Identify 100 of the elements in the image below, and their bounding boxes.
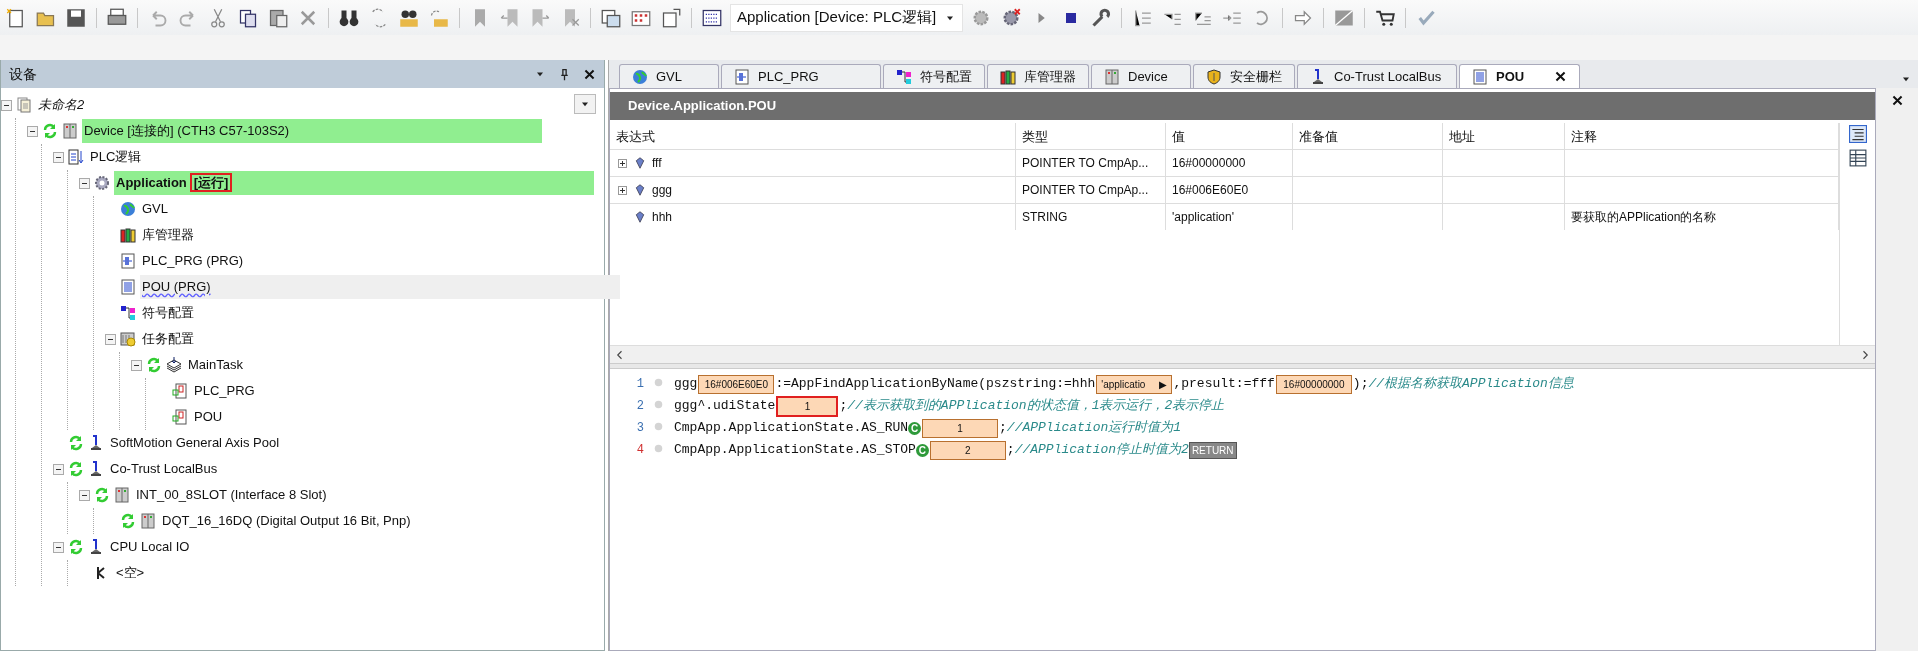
window-list-icon[interactable] (601, 7, 621, 28)
tree-item[interactable]: PLC逻辑 (88, 145, 144, 169)
pin-icon[interactable] (558, 67, 571, 81)
application-selector[interactable]: Application [Device: PLC逻辑] (730, 3, 964, 32)
column-header[interactable]: 类型 (1016, 123, 1166, 149)
tree-item[interactable]: CPU Local IO (108, 535, 192, 559)
logout-icon[interactable] (1001, 7, 1022, 28)
code-text: ; (839, 397, 848, 416)
line-number: 2 (635, 398, 645, 415)
value-box: 1 (776, 395, 839, 417)
editor-tab[interactable]: GVL (619, 64, 719, 88)
tree-item[interactable]: 任务配置 (140, 327, 196, 351)
new-file-icon[interactable] (6, 7, 26, 28)
document-icon (16, 97, 32, 113)
new-window-icon[interactable] (661, 7, 681, 28)
tree-item[interactable]: Device [连接的] (CTH3 C57-103S2) (82, 119, 542, 143)
value-box: 2 (929, 440, 1006, 460)
tree-item[interactable]: 符号配置 (140, 301, 196, 325)
table-cell-text: 16#006E60E0 (1172, 182, 1249, 199)
collapse-icon[interactable] (1, 99, 12, 111)
tree-item[interactable]: <空> (114, 561, 147, 585)
collapse-icon[interactable] (79, 489, 90, 501)
tree-item[interactable]: Application [运行] (114, 171, 594, 195)
horizontal-scrollbar[interactable] (610, 345, 1875, 363)
close-icon[interactable] (1554, 70, 1567, 83)
column-header[interactable]: 表达式 (610, 123, 1016, 149)
cut-icon[interactable] (208, 7, 228, 28)
code-text: ; (999, 419, 1007, 438)
tree-item[interactable]: Co-Trust LocalBus (108, 457, 220, 481)
close-icon[interactable] (1890, 94, 1904, 107)
variable-icon (634, 157, 646, 169)
editor-tab[interactable]: PLC_PRG (721, 64, 881, 88)
value-box: 16#006E60E0 (698, 374, 775, 394)
connector-icon (1310, 68, 1326, 85)
tree-item[interactable]: SoftMotion General Axis Pool (108, 431, 282, 455)
collapse-icon[interactable] (27, 125, 38, 137)
line-number: 1 (635, 376, 645, 393)
panel-title: 设备 (9, 64, 38, 84)
column-header[interactable]: 地址 (1443, 123, 1565, 149)
code-comment: //APPlication停止时值为2 (1014, 441, 1189, 460)
tree-item[interactable]: POU (192, 405, 225, 429)
globe-icon (632, 68, 648, 85)
list-view-icon[interactable] (1848, 125, 1867, 143)
column-header[interactable]: 值 (1166, 123, 1293, 149)
dropdown-button[interactable] (574, 94, 596, 114)
program-icon (734, 68, 750, 85)
collapse-icon[interactable] (53, 463, 64, 475)
code-text: ); (1352, 375, 1369, 394)
code-text: ggg (674, 375, 698, 394)
tree-item[interactable]: POU (PRG) (140, 275, 620, 299)
connector-icon (88, 435, 104, 451)
tree-item[interactable]: 库管理器 (140, 223, 196, 247)
program-call-icon (172, 383, 188, 399)
collapse-icon[interactable] (131, 359, 142, 371)
print-icon[interactable] (107, 7, 127, 28)
line-number: 4 (635, 442, 645, 459)
collapse-icon[interactable] (53, 541, 64, 553)
table-cell-text: POINTER TO CmpAp... (1022, 155, 1149, 172)
tree-item[interactable]: DQT_16_16DQ (Digital Output 16 Bit, Pnp) (160, 509, 413, 533)
program-icon (120, 253, 136, 269)
editor-tab[interactable]: 安全栅栏 (1193, 64, 1295, 88)
table-view-icon[interactable] (1848, 149, 1867, 167)
save-icon[interactable] (66, 7, 86, 28)
editor-tab[interactable]: 符号配置 (883, 64, 985, 88)
tree-item[interactable]: 未命名2 (36, 93, 87, 117)
code-text: ,presult:=fff (1173, 375, 1275, 394)
globe-icon (120, 201, 136, 217)
code-comment: //表示获取到的APPlication的状态值，1表示运行，2表示停止 (847, 397, 1225, 416)
editor-tab[interactable]: 库管理器 (987, 64, 1089, 88)
code-text: :=AppFindApplicationByName(pszstring:=hhh (775, 375, 1096, 394)
tree-item[interactable]: GVL (140, 197, 170, 221)
books-icon (1000, 68, 1016, 85)
collapse-icon[interactable] (53, 151, 64, 163)
table-cell-text: fff (652, 155, 662, 172)
calculator-icon[interactable] (702, 7, 722, 28)
tree-item[interactable]: PLC_PRG (PRG) (140, 249, 246, 273)
tree-item[interactable]: MainTask (186, 353, 245, 377)
editor-tab[interactable]: Co-Trust LocalBus (1297, 64, 1457, 88)
column-header[interactable]: 准备值 (1293, 123, 1443, 149)
gear-icon (94, 175, 110, 191)
task-config-icon (120, 331, 136, 347)
column-header[interactable]: 注释 (1565, 123, 1839, 149)
collapse-icon[interactable] (79, 177, 90, 189)
tree-item[interactable]: PLC_PRG (192, 379, 257, 403)
wrench-icon[interactable] (1091, 7, 1112, 28)
close-icon[interactable] (583, 67, 596, 81)
expand-icon[interactable] (618, 185, 627, 195)
tree-item[interactable]: INT_00_8SLOT (Interface 8 Slot) (134, 483, 329, 507)
constant-badge: C (908, 421, 922, 435)
paste-icon[interactable] (268, 7, 288, 28)
editor-tab[interactable]: Device (1091, 64, 1191, 88)
code-text: ggg^.udiState (674, 397, 776, 416)
copy-icon[interactable] (238, 7, 258, 28)
expand-icon[interactable] (618, 158, 627, 168)
editor-tab[interactable]: POU (1459, 64, 1580, 88)
value-box: 16#00000000 (1275, 374, 1352, 394)
books-icon (120, 227, 136, 243)
table-cell-text: 'application' (1172, 209, 1234, 226)
code-comment: //根据名称获取APPlication信息 (1368, 375, 1574, 394)
collapse-icon[interactable] (105, 333, 116, 345)
